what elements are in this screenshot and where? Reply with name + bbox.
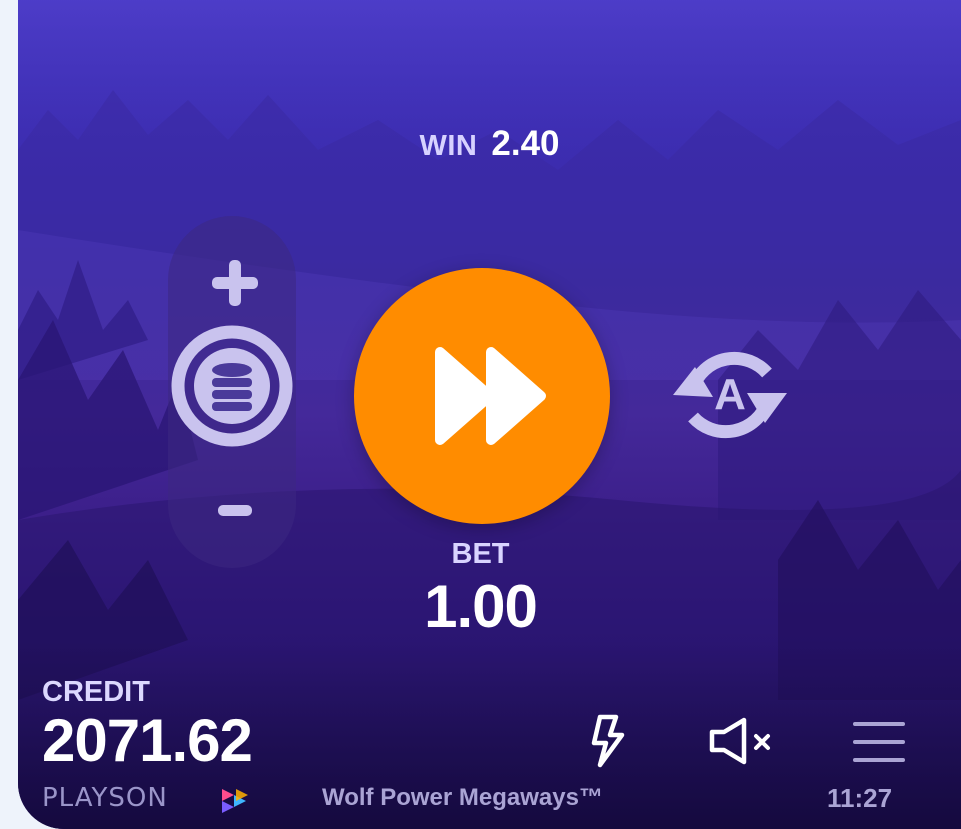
bet-select-button[interactable] bbox=[168, 322, 296, 450]
turbo-button[interactable] bbox=[586, 713, 630, 769]
credit-value: 2071.62 bbox=[42, 707, 253, 774]
decrease-bet-button[interactable] bbox=[185, 476, 281, 546]
fast-forward-icon bbox=[435, 347, 546, 445]
plus-icon bbox=[212, 260, 258, 306]
sound-button[interactable] bbox=[702, 716, 782, 766]
muted-speaker-icon bbox=[709, 717, 770, 765]
game-title: Wolf Power Megaways™ bbox=[322, 784, 603, 811]
menu-button[interactable] bbox=[849, 714, 911, 770]
autoplay-icon: A bbox=[673, 351, 787, 439]
win-display: WIN 2.40 bbox=[18, 124, 961, 164]
spin-button[interactable] bbox=[354, 268, 610, 524]
game-frame: WIN 2.40 A BET 1.00 CREDIT 2071.62 PLAYS… bbox=[0, 0, 961, 829]
win-label: WIN bbox=[419, 130, 478, 162]
clock: 11:27 bbox=[827, 783, 893, 813]
minus-icon bbox=[218, 505, 252, 516]
lightning-icon bbox=[591, 714, 625, 768]
win-value: 2.40 bbox=[491, 124, 560, 163]
playson-logo: PLAYSON bbox=[42, 783, 262, 817]
autoplay-button[interactable]: A bbox=[655, 335, 805, 455]
coin-stack-icon bbox=[171, 325, 293, 447]
bet-label: BET bbox=[451, 538, 510, 570]
increase-bet-button[interactable] bbox=[185, 248, 281, 318]
brand-name: PLAYSON bbox=[42, 783, 168, 813]
playson-logo-icon bbox=[222, 789, 248, 813]
autoplay-letter: A bbox=[714, 370, 746, 419]
credit-label: CREDIT bbox=[42, 676, 150, 708]
hamburger-menu-icon bbox=[853, 722, 905, 762]
bet-value: 1.00 bbox=[424, 573, 538, 640]
